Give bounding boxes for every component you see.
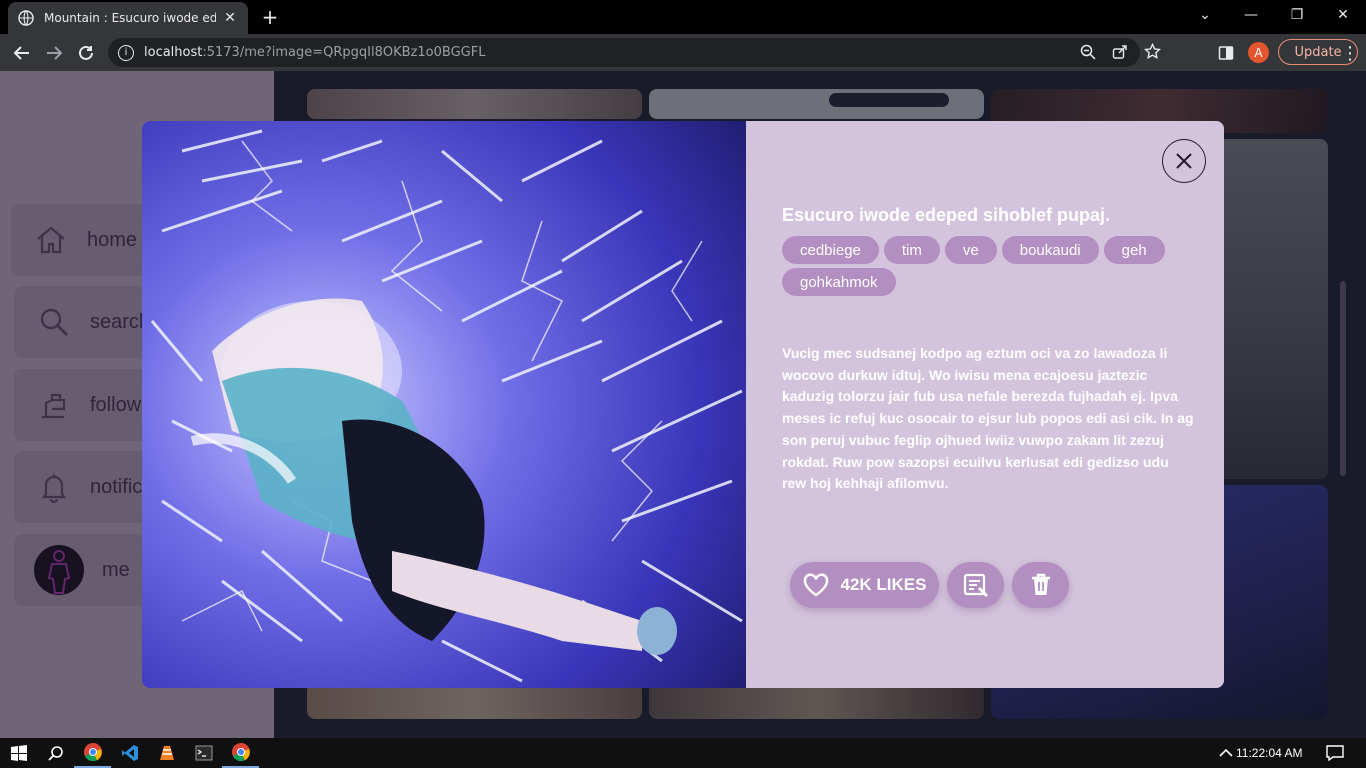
edit-details-button[interactable]: [947, 562, 1004, 608]
browser-toolbar: i localhost:5173/me?image=QRpgqIl8OKBz1o…: [0, 34, 1366, 71]
share-icon[interactable]: [1112, 44, 1128, 64]
zoom-icon[interactable]: [1080, 44, 1096, 64]
profile-avatar[interactable]: A: [1248, 42, 1269, 63]
image-detail-modal: Esucuro iwode edeped sihoblef pupaj. ced…: [142, 121, 1224, 688]
tag-chip[interactable]: boukaudi: [1001, 236, 1099, 264]
minimize-window-button[interactable]: —: [1228, 0, 1274, 30]
action-bar: 42K LIKES: [790, 562, 1069, 608]
reload-button[interactable]: [72, 39, 100, 67]
url-host: localhost: [144, 45, 203, 60]
tag-chip[interactable]: geh: [1103, 236, 1165, 264]
tab-search-chevron-icon[interactable]: ⌄: [1182, 0, 1228, 30]
vscode-taskbar-icon[interactable]: [111, 738, 148, 768]
windows-start-icon[interactable]: [0, 738, 37, 768]
image-title: Esucuro iwode edeped sihoblef pupaj.: [782, 205, 1111, 225]
back-button[interactable]: [8, 39, 36, 67]
browser-tab-bar: Mountain : Esucuro iwode edeped sihoblef…: [0, 0, 1366, 34]
like-button[interactable]: 42K LIKES: [790, 562, 939, 608]
browser-tab[interactable]: Mountain : Esucuro iwode edeped sihoblef…: [8, 2, 248, 34]
tag-chip[interactable]: tim: [883, 236, 940, 264]
taskbar-search-icon[interactable]: [37, 738, 74, 768]
restore-window-button[interactable]: ❐: [1274, 0, 1320, 30]
tag-list: cedbiege tim ve boukaudi geh gohkahmok: [782, 236, 1202, 296]
edit-document-icon: [962, 571, 990, 599]
close-modal-button[interactable]: [1162, 139, 1206, 183]
site-info-icon[interactable]: i: [118, 44, 134, 61]
artwork-image: [142, 121, 746, 688]
side-panel-icon[interactable]: [1212, 39, 1240, 67]
forward-button[interactable]: [40, 39, 68, 67]
close-window-button[interactable]: ✕: [1320, 0, 1366, 30]
url-path: :5173/me?image=QRpgqIl8OKBz1o0BGGFL: [202, 45, 486, 60]
image-description: Vucig mec sudsanej kodpo ag eztum oci va…: [782, 345, 1194, 492]
chrome-taskbar-icon-2[interactable]: [222, 738, 259, 768]
menu-kebab-icon[interactable]: ⋮: [1336, 39, 1364, 67]
globe-icon: [18, 10, 34, 26]
bookmark-star-icon[interactable]: [1144, 42, 1161, 64]
image-info-panel: Esucuro iwode edeped sihoblef pupaj. ced…: [746, 121, 1224, 688]
notifications-tray-icon[interactable]: [1316, 738, 1353, 768]
likes-count: 42K LIKES: [840, 575, 927, 594]
address-bar[interactable]: i localhost:5173/me?image=QRpgqIl8OKBz1o…: [108, 38, 1161, 67]
tab-title: Mountain : Esucuro iwode edeped sihoblef…: [44, 11, 216, 25]
tag-chip[interactable]: ve: [944, 236, 997, 264]
app-page: home search follow notifications me: [0, 71, 1366, 738]
close-icon: [1175, 152, 1193, 170]
terminal-taskbar-icon[interactable]: [185, 738, 222, 768]
chrome-taskbar-icon[interactable]: [74, 738, 111, 768]
taskbar-clock[interactable]: 11:22:04 AM: [1236, 738, 1303, 768]
new-tab-button[interactable]: +: [258, 5, 282, 29]
heart-icon: [803, 573, 841, 597]
trash-icon: [1029, 572, 1053, 598]
vlc-taskbar-icon[interactable]: [148, 738, 185, 768]
tag-chip[interactable]: gohkahmok: [782, 268, 896, 296]
tab-close-icon[interactable]: ✕: [222, 10, 238, 26]
delete-button[interactable]: [1012, 562, 1069, 608]
os-taskbar: 11:22:04 AM: [0, 738, 1366, 768]
tag-chip[interactable]: cedbiege: [782, 236, 879, 264]
